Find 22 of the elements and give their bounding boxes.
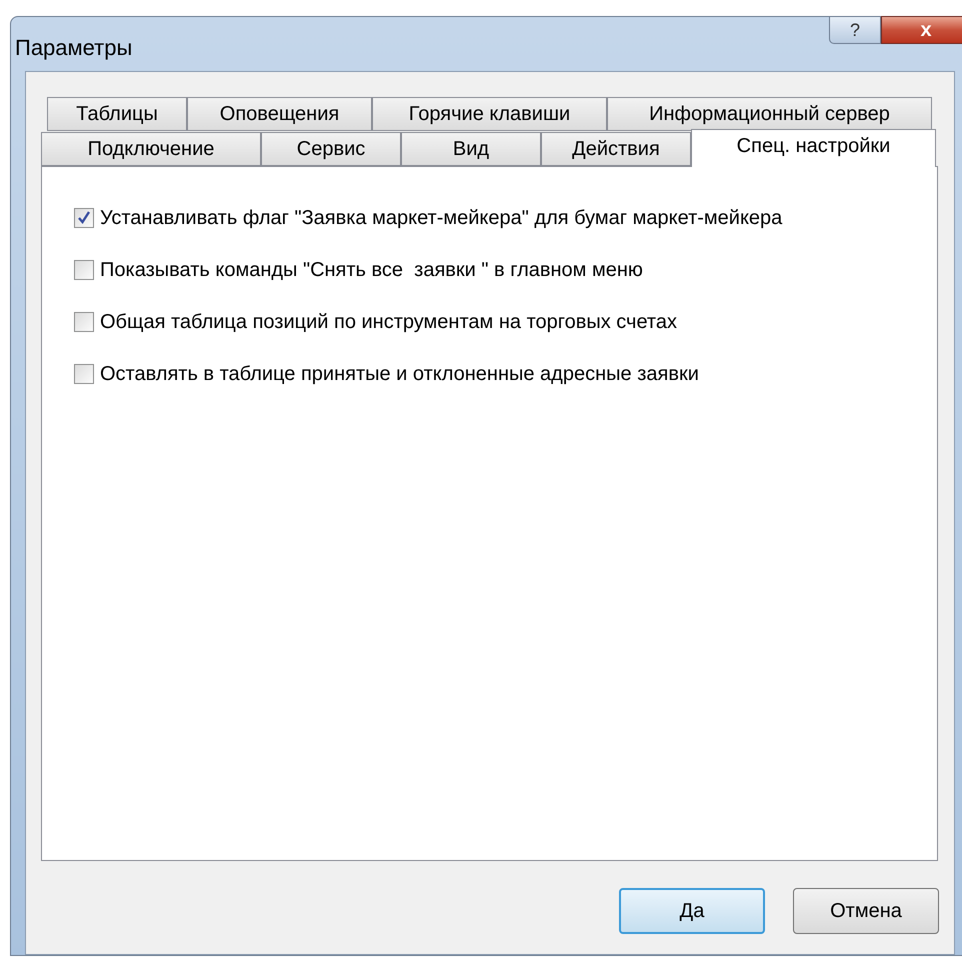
checkbox[interactable] xyxy=(74,364,94,384)
tab[interactable]: Горячие клавиши xyxy=(372,97,607,131)
tab[interactable]: Спец. настройки xyxy=(691,129,936,167)
tab[interactable]: Подключение xyxy=(41,132,261,166)
tab[interactable]: Информационный сервер xyxy=(607,97,932,131)
checkbox[interactable] xyxy=(74,208,94,228)
dialog-button[interactable]: Отмена xyxy=(793,888,939,934)
close-button[interactable]: x xyxy=(881,16,962,44)
checkbox[interactable] xyxy=(74,312,94,332)
tab[interactable]: Таблицы xyxy=(47,97,187,131)
option-label: Устанавливать флаг "Заявка маркет-мейкера" для бумаг маркет-мейкера xyxy=(100,206,782,231)
window-title: Параметры xyxy=(15,34,132,62)
tab[interactable]: Действия xyxy=(541,132,691,166)
option-label: Оставлять в таблице принятые и отклоненные адресные заявки xyxy=(100,362,699,387)
option-label: Показывать команды "Снять все заявки " в главном меню xyxy=(100,258,643,283)
tab[interactable]: Вид xyxy=(401,132,541,166)
tab[interactable]: Оповещения xyxy=(187,97,372,131)
tab[interactable]: Сервис xyxy=(261,132,401,166)
dialog-button[interactable]: Да xyxy=(619,888,765,934)
option-label: Общая таблица позиций по инструментам на торговых счетах xyxy=(100,310,677,335)
checkbox[interactable] xyxy=(74,260,94,280)
help-button[interactable]: ? xyxy=(829,16,881,44)
